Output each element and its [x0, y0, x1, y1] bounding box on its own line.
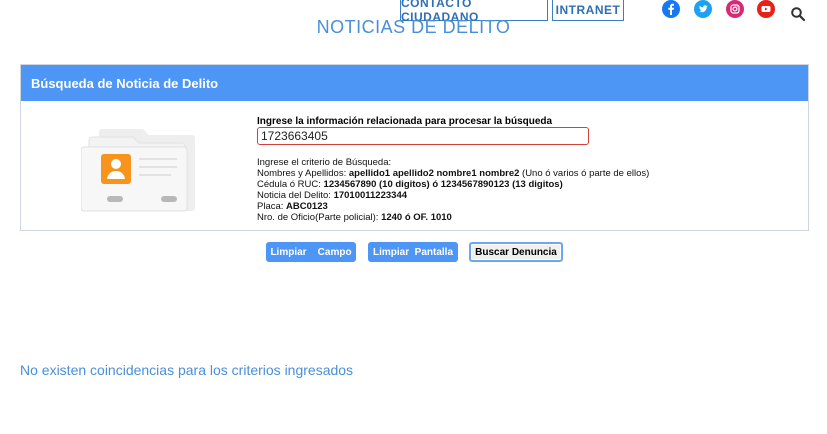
id-card-folder-icon — [80, 127, 201, 212]
search-input[interactable] — [257, 127, 589, 145]
criteria-oficio: Nro. de Oficio(Parte policial): 1240 ó O… — [257, 212, 452, 223]
intranet-link[interactable]: INTRANET — [552, 0, 624, 21]
facebook-icon[interactable] — [662, 0, 680, 18]
criteria-intro: Ingrese el criterio de Búsqueda: — [257, 157, 392, 168]
instagram-icon[interactable] — [726, 0, 744, 18]
clear-screen-button[interactable]: Limpiar Pantalla — [368, 242, 458, 262]
twitter-icon[interactable] — [694, 0, 712, 18]
search-criteria-help: Ingrese el criterio de Búsqueda: Nombres… — [257, 157, 649, 223]
search-panel: Búsqueda de Noticia de Delito Ingrese la… — [20, 64, 809, 231]
criteria-noticia: Noticia del Delito: 17010011223344 — [257, 190, 408, 201]
criteria-cedula: Cédula ó RUC: 1234567890 (10 digitos) ó … — [257, 179, 563, 190]
search-complaint-button[interactable]: Buscar Denuncia — [469, 242, 563, 262]
youtube-icon[interactable] — [757, 0, 775, 18]
no-results-message: No existen coincidencias para los criter… — [20, 362, 354, 378]
clear-field-button[interactable]: Limpiar Campo — [266, 242, 356, 262]
search-label: Ingrese la información relacionada para … — [257, 116, 553, 127]
panel-header: Búsqueda de Noticia de Delito — [21, 65, 808, 101]
criteria-placa: Placa: ABC0123 — [257, 201, 328, 212]
criteria-nombres: Nombres y Apellidos: apellido1 apellido2… — [257, 168, 650, 179]
page-title: NOTICIAS DE DELITO — [316, 19, 511, 37]
contacto-ciudadano-link[interactable]: CONTACTO CIUDADANO — [400, 0, 548, 24]
